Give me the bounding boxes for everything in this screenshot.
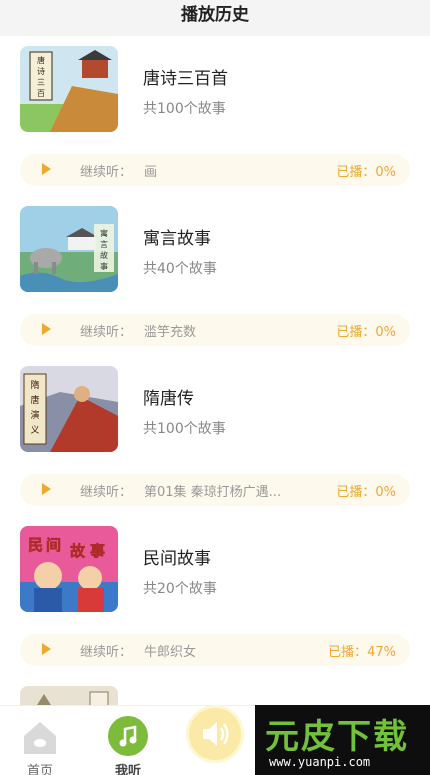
cover-char: 故 <box>70 542 86 560</box>
cover-char: 寓 <box>100 228 108 238</box>
cover-char: 言 <box>100 239 108 249</box>
play-icon[interactable] <box>42 163 51 175</box>
watermark-main: 元皮下载 <box>265 717 409 757</box>
continue-episode: 滥竽充数 <box>144 325 197 340</box>
continue-episode: 牛郎织女 <box>144 645 197 660</box>
played-percent: 已播：0% <box>336 325 396 340</box>
play-icon[interactable] <box>42 483 51 495</box>
list-item[interactable]: 隋 唐 演 义 隋唐传 共100个故事 继续听： 第01集 秦琼打杨广遇... … <box>0 356 430 516</box>
continue-episode: 画 <box>144 165 158 180</box>
cover-char: 隋 <box>30 379 39 391</box>
page-header: 播放历史 <box>0 0 430 36</box>
item-title: 民间故事 <box>143 549 211 569</box>
music-note-icon <box>108 716 148 756</box>
item-title: 唐诗三百首 <box>143 69 228 89</box>
cover-char: 三 <box>37 78 45 87</box>
continue-label: 继续听： <box>80 165 133 180</box>
watermark-url: www.yuanpi.com <box>269 755 371 769</box>
history-list: 唐 诗 三 百 唐诗三百首 共100个故事 继续听： 画 已播：0% 寓 言 故… <box>0 36 430 716</box>
tab-home[interactable]: 首页 <box>0 706 80 775</box>
home-icon <box>20 716 60 756</box>
cover-image: 民 间 故 事 <box>20 526 118 612</box>
play-icon[interactable] <box>42 323 51 335</box>
cover-char: 演 <box>30 409 39 421</box>
continue-label: 继续听： <box>80 325 133 340</box>
cover-image: 唐 诗 三 百 <box>20 46 118 132</box>
continue-bar[interactable]: 继续听： 第01集 秦琼打杨广遇... 已播：0% <box>20 474 410 506</box>
continue-bar[interactable]: 继续听： 牛郎织女 已播：47% <box>20 634 410 666</box>
item-title: 寓言故事 <box>143 229 211 249</box>
tab-home-label: 首页 <box>26 764 53 775</box>
cover-char: 间 <box>46 536 61 554</box>
played-percent: 已播：0% <box>336 485 396 500</box>
continue-label: 继续听： <box>80 645 133 660</box>
item-count: 共40个故事 <box>143 261 217 277</box>
cover-char: 唐 <box>37 55 45 65</box>
tab-mine[interactable]: 我听 <box>88 706 168 775</box>
item-count: 共100个故事 <box>143 101 226 117</box>
cover-image: 隋 唐 演 义 <box>20 366 118 452</box>
list-item[interactable]: 民 间 故 事 民间故事 共20个故事 继续听： 牛郎织女 已播：47% <box>0 516 430 676</box>
cover-char: 唐 <box>30 394 39 406</box>
list-item[interactable]: 唐 诗 三 百 唐诗三百首 共100个故事 继续听： 画 已播：0% <box>0 36 430 196</box>
continue-label: 继续听： <box>80 485 133 500</box>
cover-char: 事 <box>90 542 105 560</box>
page-title: 播放历史 <box>181 5 249 25</box>
item-count: 共20个故事 <box>143 581 217 597</box>
continue-episode: 第01集 秦琼打杨广遇... <box>144 485 282 500</box>
speaker-icon <box>203 722 229 746</box>
play-icon[interactable] <box>42 643 51 655</box>
cover-char: 义 <box>30 425 39 436</box>
cover-char: 事 <box>100 261 108 271</box>
continue-bar[interactable]: 继续听： 滥竽充数 已播：0% <box>20 314 410 346</box>
list-item[interactable]: 寓 言 故 事 寓言故事 共40个故事 继续听： 滥竽充数 已播：0% <box>0 196 430 356</box>
cover-char: 诗 <box>37 66 45 76</box>
cover-char: 故 <box>100 250 108 260</box>
cover-image: 寓 言 故 事 <box>20 206 118 292</box>
cover-char: 百 <box>37 89 45 98</box>
item-title: 隋唐传 <box>143 389 194 409</box>
watermark-logo: 元皮下载 www.yuanpi.com <box>255 705 430 775</box>
played-percent: 已播：47% <box>328 645 396 660</box>
tab-mine-label: 我听 <box>114 764 141 775</box>
item-count: 共100个故事 <box>143 421 226 437</box>
played-percent: 已播：0% <box>336 165 396 180</box>
continue-bar[interactable]: 继续听： 画 已播：0% <box>20 154 410 186</box>
now-playing-button[interactable] <box>186 705 244 763</box>
cover-char: 民 <box>28 536 43 554</box>
